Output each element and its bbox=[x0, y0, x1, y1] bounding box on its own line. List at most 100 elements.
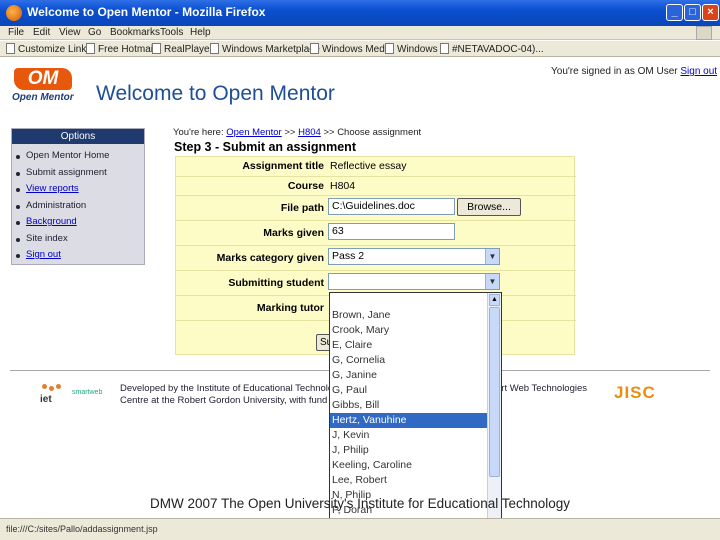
menu-bar: File Edit View Go Bookmarks Tools Help bbox=[0, 26, 720, 40]
menu-edit[interactable]: Edit bbox=[33, 27, 50, 38]
browse-button[interactable]: Browse... bbox=[457, 198, 521, 216]
menu-file[interactable]: File bbox=[8, 27, 24, 38]
bookmark-item[interactable]: Windows Marketplace bbox=[210, 43, 320, 55]
dropdown-option[interactable]: Crook, Mary bbox=[330, 323, 501, 338]
footer-credits-end: art Web Technologies bbox=[496, 383, 588, 394]
smartweb-logo: smartweb bbox=[72, 389, 103, 396]
breadcrumb-course-link[interactable]: H804 bbox=[298, 127, 321, 138]
sidebar-heading: Options bbox=[12, 129, 144, 144]
submitting-student-select[interactable]: ▼ bbox=[328, 273, 500, 290]
bookmark-item[interactable]: Windows Media bbox=[310, 43, 393, 55]
marking-tutor-label: Marking tutor bbox=[256, 302, 324, 314]
throbber-icon bbox=[696, 26, 712, 40]
dropdown-option[interactable]: Lee, Robert bbox=[330, 473, 501, 488]
chevron-down-icon[interactable]: ▼ bbox=[485, 249, 499, 264]
menu-go[interactable]: Go bbox=[88, 27, 101, 38]
dropdown-option[interactable]: G, Paul bbox=[330, 383, 501, 398]
chevron-down-icon[interactable]: ▼ bbox=[485, 274, 499, 289]
window-title: Welcome to Open Mentor - Mozilla Firefox bbox=[27, 5, 266, 19]
dropdown-option[interactable]: G, Janine bbox=[330, 368, 501, 383]
open-mentor-logo[interactable]: OM Open Mentor bbox=[12, 68, 76, 104]
minimize-button[interactable]: _ bbox=[666, 4, 683, 21]
signed-in-status: You're signed in as OM User Sign out bbox=[551, 66, 717, 77]
scrollbar-thumb[interactable] bbox=[489, 307, 500, 477]
page-icon bbox=[385, 43, 394, 54]
sidebar-item-label: Site index bbox=[26, 232, 68, 244]
menu-tools[interactable]: Tools bbox=[160, 27, 183, 38]
bookmarks-toolbar: Customize Links Free Hotmail RealPlayer … bbox=[0, 41, 720, 57]
bookmark-item[interactable]: Free Hotmail bbox=[86, 43, 155, 55]
page-icon bbox=[86, 43, 95, 54]
bookmark-label: #NETAVADOC-04)... bbox=[452, 44, 544, 55]
page-title: Welcome to Open Mentor bbox=[96, 82, 335, 105]
footer-line-2: Centre at the Robert Gordon University, … bbox=[120, 395, 328, 406]
bookmark-label: Free Hotmail bbox=[98, 44, 156, 55]
assignment-title-value: Reflective essay bbox=[330, 160, 407, 172]
dropdown-option[interactable]: Hertz, Vanuhine bbox=[330, 413, 501, 428]
firefox-icon bbox=[6, 5, 22, 21]
marks-category-label: Marks category given bbox=[216, 252, 324, 264]
dropdown-option[interactable]: E, Claire bbox=[330, 338, 501, 353]
page-icon bbox=[310, 43, 319, 54]
bookmark-label: Windows Media bbox=[322, 44, 393, 55]
breadcrumb-current: Choose assignment bbox=[337, 127, 422, 138]
menu-help[interactable]: Help bbox=[190, 27, 211, 38]
dropdown-option[interactable] bbox=[330, 293, 501, 308]
sidebar-item-label: Submit assignment bbox=[26, 166, 107, 178]
sidebar-item-administration[interactable]: Administration bbox=[12, 200, 144, 217]
iet-logo-text: iet bbox=[40, 394, 52, 405]
footer-credits: Developed by the Institute of Educationa… bbox=[120, 383, 343, 407]
logo-name: Open Mentor bbox=[12, 92, 74, 103]
sidebar-item-site-index[interactable]: Site index bbox=[12, 233, 144, 250]
dropdown-option[interactable]: G, Cornelia bbox=[330, 353, 501, 368]
assignment-title-label: Assignment title bbox=[242, 160, 324, 172]
sidebar-item-sign-out[interactable]: Sign out bbox=[12, 249, 144, 266]
dropdown-option[interactable]: J, Kevin bbox=[330, 428, 501, 443]
bookmark-item[interactable]: Windows bbox=[385, 43, 438, 55]
sidebar-item-label: Background bbox=[26, 216, 77, 227]
marks-given-input[interactable]: 63 bbox=[328, 223, 455, 240]
page-icon bbox=[210, 43, 219, 54]
form-row-course: Course H804 bbox=[176, 176, 576, 195]
marks-category-select[interactable]: Pass 2 ▼ bbox=[328, 248, 500, 265]
dropdown-option[interactable]: Gibbs, Bill bbox=[330, 398, 501, 413]
sign-out-link[interactable]: Sign out bbox=[680, 66, 717, 77]
bookmark-label: Windows bbox=[397, 44, 438, 55]
bookmark-label: RealPlayer bbox=[164, 44, 213, 55]
bookmark-item[interactable]: Customize Links bbox=[6, 43, 91, 55]
bookmark-label: Windows Marketplace bbox=[222, 44, 320, 55]
sidebar-item-submit-assignment[interactable]: Submit assignment bbox=[12, 167, 144, 184]
breadcrumb-separator: >> bbox=[323, 127, 335, 138]
sidebar-item-view-reports[interactable]: View reports bbox=[12, 183, 144, 200]
sidebar-item-home[interactable]: Open Mentor Home bbox=[12, 150, 144, 167]
iet-logo: iet bbox=[40, 384, 66, 405]
bookmark-item[interactable]: #NETAVADOC-04)... bbox=[440, 43, 544, 55]
menu-bookmarks[interactable]: Bookmarks bbox=[110, 27, 160, 38]
form-row-assignment-title: Assignment title Reflective essay bbox=[176, 157, 576, 176]
sidebar-item-label: Sign out bbox=[26, 249, 61, 260]
slide-caption: DMW 2007 The Open University's Institute… bbox=[149, 496, 571, 511]
dropdown-option[interactable]: Brown, Jane bbox=[330, 308, 501, 323]
file-path-input[interactable]: C:\Guidelines.doc bbox=[328, 198, 455, 215]
sidebar-item-label: Open Mentor Home bbox=[26, 150, 110, 161]
maximize-button[interactable]: □ bbox=[684, 4, 701, 21]
step-title: Step 3 - Submit an assignment bbox=[174, 140, 356, 154]
bookmark-item[interactable]: RealPlayer bbox=[152, 43, 213, 55]
jisc-logo: JISC bbox=[614, 383, 656, 402]
page-icon bbox=[152, 43, 161, 54]
sidebar-item-background[interactable]: Background bbox=[12, 216, 144, 233]
sidebar-item-label: Administration bbox=[26, 199, 87, 211]
close-button[interactable]: × bbox=[702, 4, 719, 21]
menu-view[interactable]: View bbox=[59, 27, 81, 38]
bookmark-label: Customize Links bbox=[18, 44, 92, 55]
title-bar: Welcome to Open Mentor - Mozilla Firefox… bbox=[0, 0, 720, 26]
file-path-label: File path bbox=[280, 202, 324, 214]
breadcrumb-home-link[interactable]: Open Mentor bbox=[226, 127, 281, 138]
scroll-up-icon[interactable]: ▲ bbox=[489, 294, 500, 306]
breadcrumb-prefix: You're here: bbox=[173, 127, 224, 138]
submitting-student-label: Submitting student bbox=[228, 277, 324, 289]
status-text: file:///C:/sites/Pallo/addassignment.jsp bbox=[6, 524, 158, 534]
dropdown-option[interactable]: J, Philip bbox=[330, 443, 501, 458]
dropdown-option[interactable]: Keeling, Caroline bbox=[330, 458, 501, 473]
breadcrumb-separator: >> bbox=[284, 127, 296, 138]
